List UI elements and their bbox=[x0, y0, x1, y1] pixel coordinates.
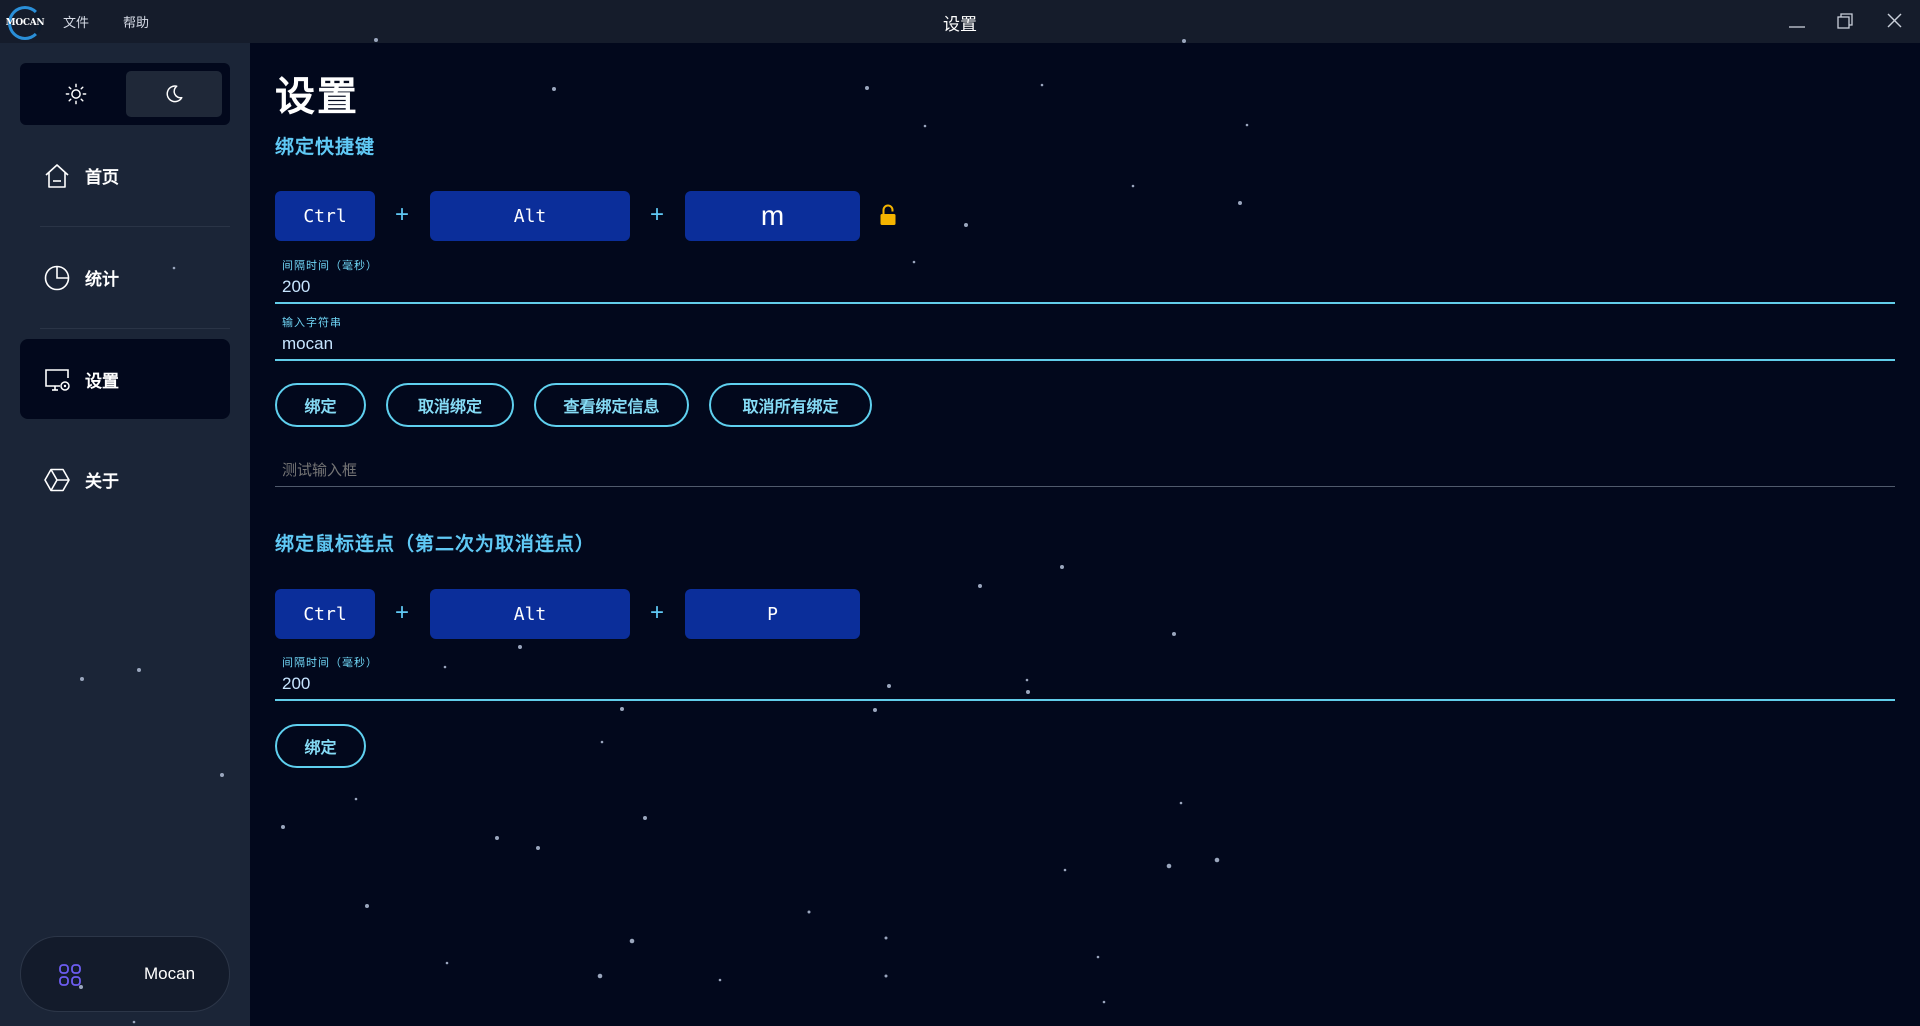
theme-light-toggle[interactable] bbox=[28, 71, 124, 117]
view-bindings-button[interactable]: 查看绑定信息 bbox=[534, 383, 689, 427]
string-field: 输入字符串 bbox=[275, 314, 1895, 364]
divider bbox=[40, 328, 230, 329]
sidebar-item-stats[interactable]: 统计 bbox=[20, 237, 230, 317]
lock-icon[interactable] bbox=[879, 204, 897, 226]
menu-file[interactable]: 文件 bbox=[63, 12, 89, 31]
mouse-modifier-1[interactable]: Ctrl bbox=[275, 589, 375, 639]
window-title: 设置 bbox=[943, 15, 977, 35]
pie-chart-icon bbox=[44, 265, 70, 291]
unbind-all-button[interactable]: 取消所有绑定 bbox=[709, 383, 872, 427]
user-card[interactable]: Mocan bbox=[20, 936, 230, 1012]
app-logo: MOCAN bbox=[5, 6, 45, 40]
mouse-modifier-2[interactable]: Alt bbox=[430, 589, 630, 639]
mouse-interval-field: 间隔时间（毫秒） bbox=[275, 654, 1895, 704]
hotkey-modifier-1[interactable]: Ctrl bbox=[275, 191, 375, 241]
close-button[interactable] bbox=[1880, 8, 1910, 34]
test-input[interactable] bbox=[275, 454, 1895, 487]
theme-switch bbox=[20, 63, 230, 125]
monitor-settings-icon bbox=[45, 369, 70, 391]
unbind-button[interactable]: 取消绑定 bbox=[386, 383, 514, 427]
cube-icon bbox=[44, 468, 70, 492]
grid-icon bbox=[59, 964, 81, 986]
sun-icon bbox=[65, 83, 87, 105]
sidebar-item-label: 设置 bbox=[85, 371, 119, 392]
minimize-icon bbox=[1789, 26, 1805, 28]
sidebar-item-label: 关于 bbox=[85, 471, 119, 492]
sidebar-item-about[interactable]: 关于 bbox=[20, 439, 230, 519]
restore-icon bbox=[1837, 13, 1853, 29]
bind-button[interactable]: 绑定 bbox=[275, 383, 366, 427]
hotkey-section-title: 绑定快捷键 bbox=[275, 136, 376, 158]
mouse-bind-button[interactable]: 绑定 bbox=[275, 724, 366, 768]
page-title: 设置 bbox=[275, 73, 359, 120]
mouse-key[interactable]: P bbox=[685, 589, 860, 639]
home-icon bbox=[45, 164, 69, 188]
string-input[interactable] bbox=[275, 328, 1895, 361]
hotkey-interval-input[interactable] bbox=[275, 271, 1895, 304]
hotkey-key[interactable]: m bbox=[685, 191, 860, 241]
minimize-button[interactable] bbox=[1781, 8, 1811, 34]
plus-sign: + bbox=[650, 201, 665, 228]
plus-sign: + bbox=[650, 599, 665, 626]
mouse-section-title: 绑定鼠标连点（第二次为取消连点） bbox=[275, 533, 596, 555]
logo-text: MOCAN bbox=[5, 18, 45, 28]
moon-icon bbox=[166, 85, 183, 103]
hotkey-interval-field: 间隔时间（毫秒） bbox=[275, 257, 1895, 307]
theme-dark-toggle[interactable] bbox=[126, 71, 222, 117]
menu-help[interactable]: 帮助 bbox=[123, 12, 149, 31]
plus-sign: + bbox=[395, 201, 410, 228]
test-field bbox=[275, 454, 1895, 494]
sidebar-item-label: 统计 bbox=[85, 269, 119, 290]
plus-sign: + bbox=[395, 599, 410, 626]
mouse-interval-input[interactable] bbox=[275, 668, 1895, 701]
divider bbox=[40, 226, 230, 227]
hotkey-modifier-2[interactable]: Alt bbox=[430, 191, 630, 241]
sidebar-item-settings[interactable]: 设置 bbox=[20, 339, 230, 419]
title-bar: MOCAN 文件 帮助 设置 bbox=[0, 0, 1920, 43]
sidebar-item-label: 首页 bbox=[85, 167, 119, 188]
sidebar: 首页 统计 设置 关于 Mocan bbox=[0, 43, 250, 1026]
close-icon bbox=[1887, 13, 1902, 28]
sidebar-item-home[interactable]: 首页 bbox=[20, 135, 230, 215]
user-name: Mocan bbox=[144, 964, 196, 983]
restore-button[interactable] bbox=[1830, 8, 1860, 34]
settings-page: 设置 绑定快捷键 Ctrl + Alt + m 间隔时间（毫秒） 输入字符串 绑… bbox=[250, 43, 1920, 1026]
